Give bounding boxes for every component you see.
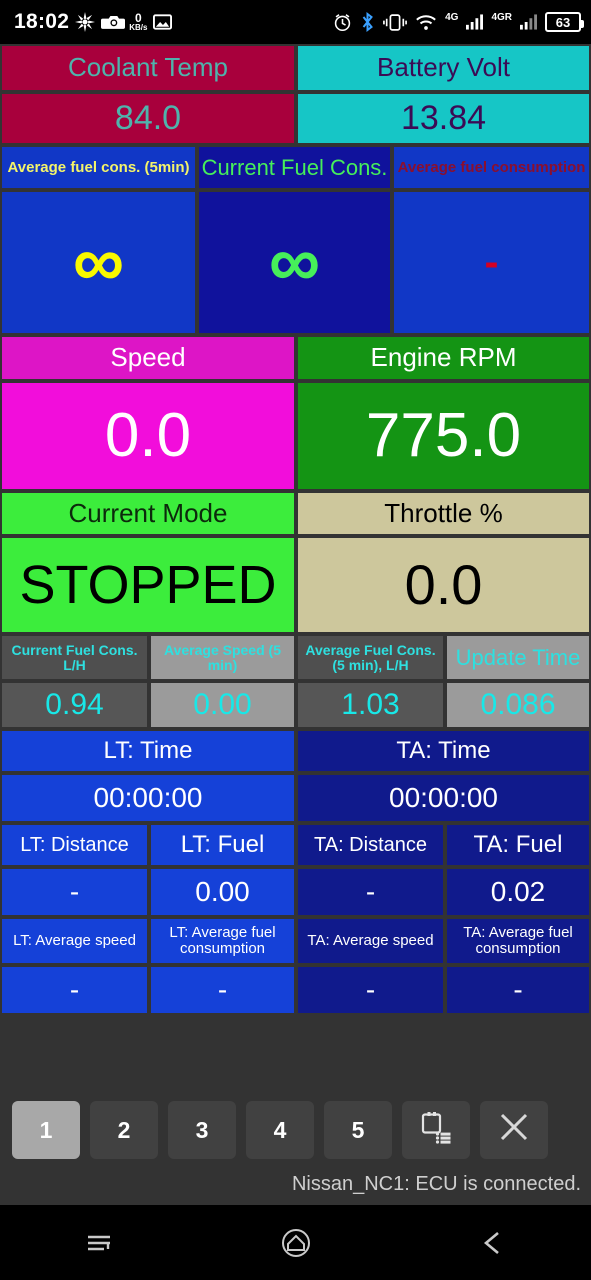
lt-avg-fuel-label: LT: Average fuel consumption [149,917,296,965]
speed-label: Speed [0,335,296,381]
lt-avg-fuel-value[interactable]: - [149,965,296,1015]
gauge-row-values-2: ∞ ∞ - [0,190,591,335]
log-button[interactable] [402,1101,470,1159]
ecu-status-text: Nissan_NC1: ECU is connected. [291,1173,581,1195]
alarm-icon [333,13,352,32]
network-type-label-1: 4G [445,11,459,23]
lt-avg-speed-value[interactable]: - [0,965,149,1015]
avg-fuel-5min-label: Average fuel cons. (5min) [0,145,197,190]
ta-time-label: TA: Time [296,729,591,773]
grey-value-update-time[interactable]: 0.086 [445,681,591,729]
engine-rpm-value[interactable]: 775.0 [296,381,591,491]
lt-distance-label: LT: Distance [0,823,149,867]
speed-value[interactable]: 0.0 [0,381,296,491]
ta-time-value[interactable]: 00:00:00 [296,773,591,823]
network-speed-unit: KB/s [129,23,148,32]
lt-time-value[interactable]: 00:00:00 [0,773,296,823]
trip-row-time-values: 00:00:00 00:00:00 [0,773,591,823]
bottom-toolbar: 1 2 3 4 5 Nissan_NC1: ECU is connected. [0,1085,591,1205]
grey-row-values: 0.94 0.00 1.03 0.086 [0,681,591,729]
status-bar-clock: 18:02 [14,10,70,33]
signal-icon-2 [520,14,537,30]
trip-row-time-labels: LT: Time TA: Time [0,729,591,773]
network-speed-indicator: 0 KB/s [129,12,147,32]
close-button[interactable] [480,1101,548,1159]
ta-fuel-value[interactable]: 0.02 [445,867,591,917]
grey-row-labels: Current Fuel Cons. L/H Average Speed (5 … [0,634,591,681]
lt-fuel-value[interactable]: 0.00 [149,867,296,917]
wifi-icon [415,14,437,31]
vibrate-icon [383,13,408,31]
grey-value-avg-speed[interactable]: 0.00 [149,681,296,729]
ta-avg-speed-label: TA: Average speed [296,917,445,965]
page-button-4[interactable]: 4 [246,1101,314,1159]
gauge-row-labels-3: Speed Engine RPM [0,335,591,381]
recent-apps-icon[interactable] [64,1218,134,1268]
gauge-row-labels-2: Average fuel cons. (5min) Current Fuel C… [0,145,591,190]
home-icon[interactable] [261,1218,331,1268]
status-bar: 18:02 0 KB/s 4G 4GR 63 [0,0,591,44]
lt-distance-value[interactable]: - [0,867,149,917]
signal-icon-1 [466,14,484,30]
lt-time-label: LT: Time [0,729,296,773]
battery-icon: 63 [545,12,584,32]
lt-avg-speed-label: LT: Average speed [0,917,149,965]
current-mode-label: Current Mode [0,491,296,536]
avg-fuel-5min-value[interactable]: ∞ [0,190,197,335]
trip-row-avg-values: - - - - [0,965,591,1015]
page-button-3[interactable]: 3 [168,1101,236,1159]
avg-fuel-cons-value[interactable]: - [392,190,591,335]
network-type-label-2: 4GR [491,11,512,23]
page-button-1[interactable]: 1 [12,1101,80,1159]
status-bar-right: 4G 4GR 63 [333,11,584,32]
trip-row-avg-labels: LT: Average speed LT: Average fuel consu… [0,917,591,965]
battery-percent: 63 [555,14,571,30]
page-button-2[interactable]: 2 [90,1101,158,1159]
coolant-temp-value[interactable]: 84.0 [0,92,296,145]
ta-avg-fuel-value[interactable]: - [445,965,591,1015]
status-bar-left: 18:02 0 KB/s [14,10,173,34]
gauge-row-labels-1: Coolant Temp Battery Volt [0,44,591,92]
camera-icon [101,13,126,31]
grey-label-avg-speed: Average Speed (5 min) [149,634,296,681]
ta-avg-fuel-label: TA: Average fuel consumption [445,917,591,965]
ta-avg-speed-value[interactable]: - [296,965,445,1015]
current-mode-value[interactable]: STOPPED [0,536,296,634]
back-icon[interactable] [458,1218,528,1268]
page-button-5[interactable]: 5 [324,1101,392,1159]
engine-rpm-label: Engine RPM [296,335,591,381]
current-fuel-cons-value[interactable]: ∞ [197,190,392,335]
gauge-grid: Coolant Temp Battery Volt 84.0 13.84 Ave… [0,44,591,1015]
trip-row-dist-values: - 0.00 - 0.02 [0,867,591,917]
grey-value-current-fuel[interactable]: 0.94 [0,681,149,729]
android-navigation-bar [0,1205,591,1280]
ta-fuel-label: TA: Fuel [445,823,591,867]
bluetooth-icon [360,12,375,32]
battery-volt-label: Battery Volt [296,44,591,92]
gauge-row-values-3: 0.0 775.0 [0,381,591,491]
throttle-value[interactable]: 0.0 [296,536,591,634]
obd-dashboard-app: 18:02 0 KB/s 4G 4GR 63 Coolant Temp Batt… [0,0,591,1280]
image-icon [153,14,173,30]
ta-distance-label: TA: Distance [296,823,445,867]
page-button-row: 1 2 3 4 5 [0,1085,591,1159]
lt-fuel-label: LT: Fuel [149,823,296,867]
ta-distance-value[interactable]: - [296,867,445,917]
grey-label-update-time: Update Time [445,634,591,681]
grey-label-current-fuel: Current Fuel Cons. L/H [0,634,149,681]
clipboard-list-icon [419,1110,453,1150]
flash-icon [75,12,96,32]
grey-label-avg-fuel: Average Fuel Cons. (5 min), L/H [296,634,445,681]
coolant-temp-label: Coolant Temp [0,44,296,92]
close-icon [497,1110,531,1150]
grey-value-avg-fuel[interactable]: 1.03 [296,681,445,729]
throttle-label: Throttle % [296,491,591,536]
gauge-row-values-4: STOPPED 0.0 [0,536,591,634]
trip-row-dist-labels: LT: Distance LT: Fuel TA: Distance TA: F… [0,823,591,867]
gauge-row-labels-4: Current Mode Throttle % [0,491,591,536]
avg-fuel-cons-label: Average fuel consumption [392,145,591,190]
current-fuel-cons-label: Current Fuel Cons. [197,145,392,190]
battery-volt-value[interactable]: 13.84 [296,92,591,145]
gauge-row-values-1: 84.0 13.84 [0,92,591,145]
